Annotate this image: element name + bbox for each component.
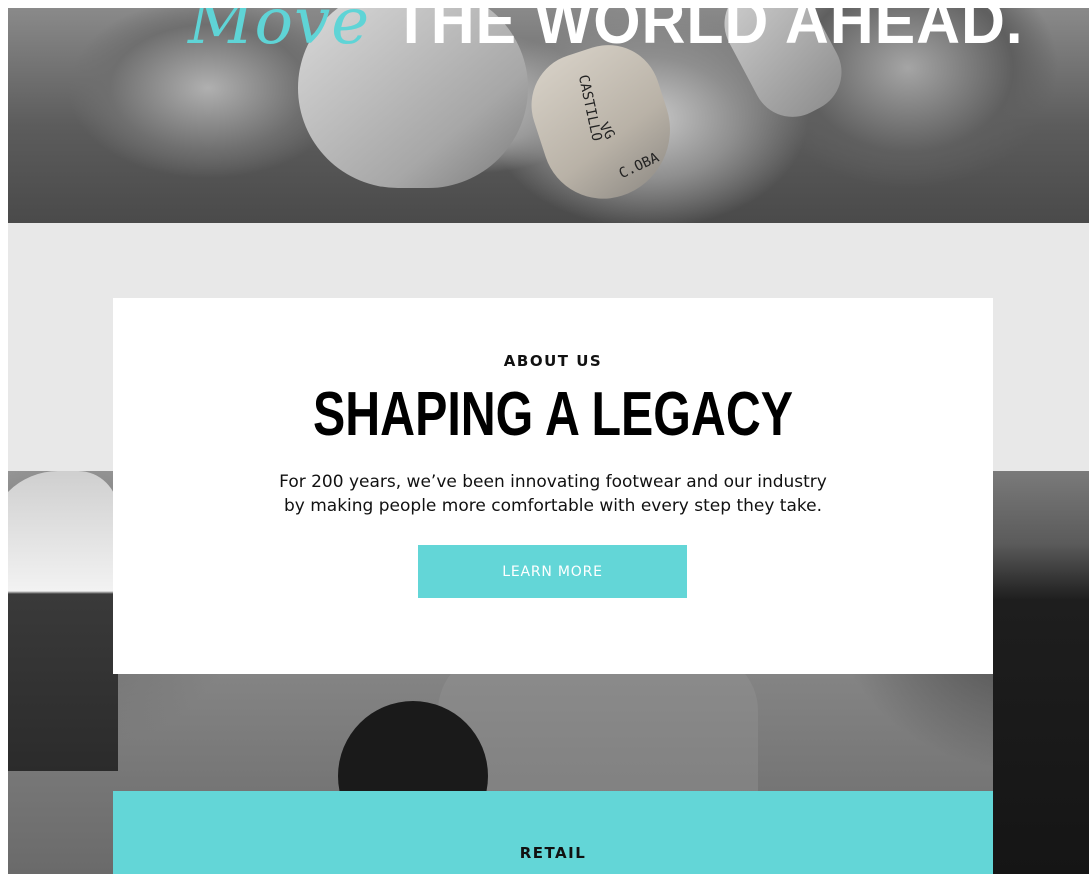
- hero-headline-script: Move: [188, 8, 371, 59]
- retail-eyebrow: RETAIL: [519, 844, 587, 862]
- about-title: SHAPING A LEGACY: [312, 380, 794, 449]
- hero-headline: Move THE WORLD AHEAD.: [188, 8, 1040, 57]
- learn-more-button[interactable]: LEARN MORE: [418, 545, 687, 598]
- about-description-line: For 200 years, we’ve been innovating foo…: [279, 472, 827, 492]
- about-description: For 200 years, we’ve been innovating foo…: [253, 470, 853, 518]
- hero-headline-bold: THE WORLD AHEAD.: [392, 8, 1024, 57]
- about-us-card: ABOUT US SHAPING A LEGACY For 200 years,…: [113, 298, 993, 674]
- about-description-line: by making people more comfortable with e…: [283, 496, 822, 516]
- retail-card: RETAIL: [113, 791, 993, 874]
- about-eyebrow: ABOUT US: [503, 352, 603, 370]
- hero-image-top: CASTILLO C.OBA VG Move THE WORLD AHEAD.: [8, 8, 1089, 223]
- person-image: [8, 471, 118, 771]
- person-image: [993, 471, 1089, 874]
